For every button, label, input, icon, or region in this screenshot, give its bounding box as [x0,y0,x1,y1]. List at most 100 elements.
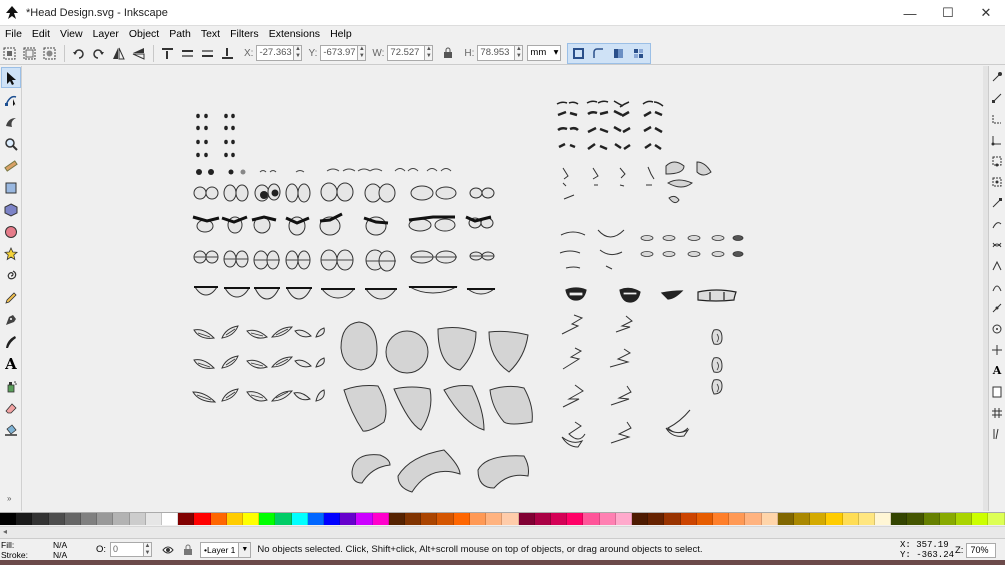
palette-swatch[interactable] [826,513,843,525]
select-all-layers-icon[interactable] [20,44,39,63]
palette-swatch[interactable] [81,513,98,525]
snap-guide-icon[interactable] [989,423,1005,444]
deselect-icon[interactable] [40,44,59,63]
raise-icon[interactable] [178,44,197,63]
chevron-down-icon[interactable]: ▼ [239,541,252,558]
palette-swatch[interactable] [129,513,146,525]
rotate-ccw-icon[interactable] [69,44,88,63]
palette-swatch[interactable] [955,513,973,525]
palette-swatch[interactable] [48,513,65,525]
snap-bbox-icon[interactable] [989,87,1005,108]
menu-edit[interactable]: Edit [27,28,55,40]
lock-icon[interactable] [438,44,457,63]
snap-bbox-corner-icon[interactable] [989,129,1005,150]
palette-swatch[interactable] [534,513,551,525]
lock-layer-icon[interactable] [178,540,197,559]
flip-vertical-icon[interactable] [129,44,148,63]
palette-swatch[interactable] [210,513,227,525]
palette-swatch[interactable] [842,513,859,525]
palette-swatch[interactable] [972,513,989,525]
palette-swatch[interactable] [178,513,195,525]
palette-swatch[interactable] [16,513,33,525]
menu-file[interactable]: File [0,28,27,40]
palette-swatch[interactable] [615,513,632,525]
palette-swatch[interactable] [259,513,276,525]
palette-swatch[interactable] [858,513,875,525]
palette-swatch[interactable] [307,513,325,525]
transform-patterns-icon[interactable] [629,45,648,62]
palette-swatch[interactable] [599,513,616,525]
palette-swatch[interactable] [502,513,519,525]
menu-path[interactable]: Path [164,28,196,40]
horizontal-scrollbar[interactable]: ◂ [0,526,1005,538]
snap-text-baseline-icon[interactable]: A [989,360,1005,381]
h-input[interactable]: 78.953 [477,45,516,61]
palette-swatch[interactable] [696,513,713,525]
palette-swatch[interactable] [324,513,341,525]
flip-horizontal-icon[interactable] [109,44,128,63]
scroll-left-icon[interactable]: ◂ [3,527,7,536]
node-icon[interactable] [1,89,21,110]
lower-to-bottom-icon[interactable] [218,44,237,63]
palette-swatch[interactable] [745,513,762,525]
y-spinner[interactable]: ▲ ▼ [358,45,367,61]
calligraphy-icon[interactable] [1,331,21,352]
palette-swatch[interactable] [421,513,438,525]
palette-swatch[interactable] [226,513,244,525]
maximize-icon[interactable]: ☐ [929,0,967,26]
palette-swatch[interactable] [988,513,1005,525]
snap-smooth-icon[interactable] [989,276,1005,297]
menu-extensions[interactable]: Extensions [264,28,325,40]
snap-path-icon[interactable] [989,213,1005,234]
palette-swatch[interactable] [891,513,908,525]
menu-view[interactable]: View [55,28,88,40]
y-input[interactable]: -673.97 [320,45,359,61]
star-icon[interactable] [1,243,21,264]
palette-swatch[interactable] [583,513,600,525]
palette-swatch[interactable] [518,513,535,525]
select-all-icon[interactable] [0,44,19,63]
text-icon[interactable]: A [1,353,21,374]
layer-select[interactable]: •Layer 1 [200,541,240,558]
menu-filters[interactable]: Filters [225,28,264,40]
snap-toggle-icon[interactable] [989,66,1005,87]
spiral-icon[interactable] [1,265,21,286]
paint-bucket-icon[interactable] [1,419,21,440]
scale-stroke-icon[interactable] [569,45,588,62]
palette-swatch[interactable] [680,513,697,525]
palette-swatch[interactable] [194,513,211,525]
palette-swatch[interactable] [275,513,292,525]
measure-icon[interactable] [1,155,21,176]
minimize-icon[interactable]: — [891,0,929,26]
h-spinner[interactable]: ▲ ▼ [515,45,524,61]
ellipse-icon[interactable] [1,221,21,242]
snap-bbox-edge-icon[interactable] [989,108,1005,129]
lower-icon[interactable] [198,44,217,63]
eraser-icon[interactable] [1,397,21,418]
close-icon[interactable]: ✕ [967,0,1005,26]
palette-swatch[interactable] [113,513,130,525]
unit-select[interactable]: mm ▾ [527,45,562,61]
palette-swatch[interactable] [761,513,778,525]
palette-swatch[interactable] [437,513,454,525]
spray-icon[interactable] [1,375,21,396]
palette-swatch[interactable] [923,513,940,525]
palette-swatch[interactable] [907,513,924,525]
transform-gradients-icon[interactable] [609,45,628,62]
palette-swatch[interactable] [291,513,308,525]
palette-swatch[interactable] [729,513,746,525]
palette-swatch[interactable] [469,513,487,525]
snap-bbox-midpoint-icon[interactable] [989,150,1005,171]
palette-swatch[interactable] [97,513,114,525]
scale-corners-icon[interactable] [589,45,608,62]
snap-midpoint-icon[interactable] [989,297,1005,318]
palette-swatch[interactable] [243,513,260,525]
palette-swatch[interactable] [874,513,892,525]
pencil-icon[interactable] [1,287,21,308]
3d-box-icon[interactable] [1,199,21,220]
palette-swatch[interactable] [777,513,794,525]
w-input[interactable]: 72.527 [387,45,426,61]
w-spinner[interactable]: ▲ ▼ [425,45,434,61]
palette-swatch[interactable] [793,513,811,525]
zoom-input[interactable]: 70% [966,543,997,558]
